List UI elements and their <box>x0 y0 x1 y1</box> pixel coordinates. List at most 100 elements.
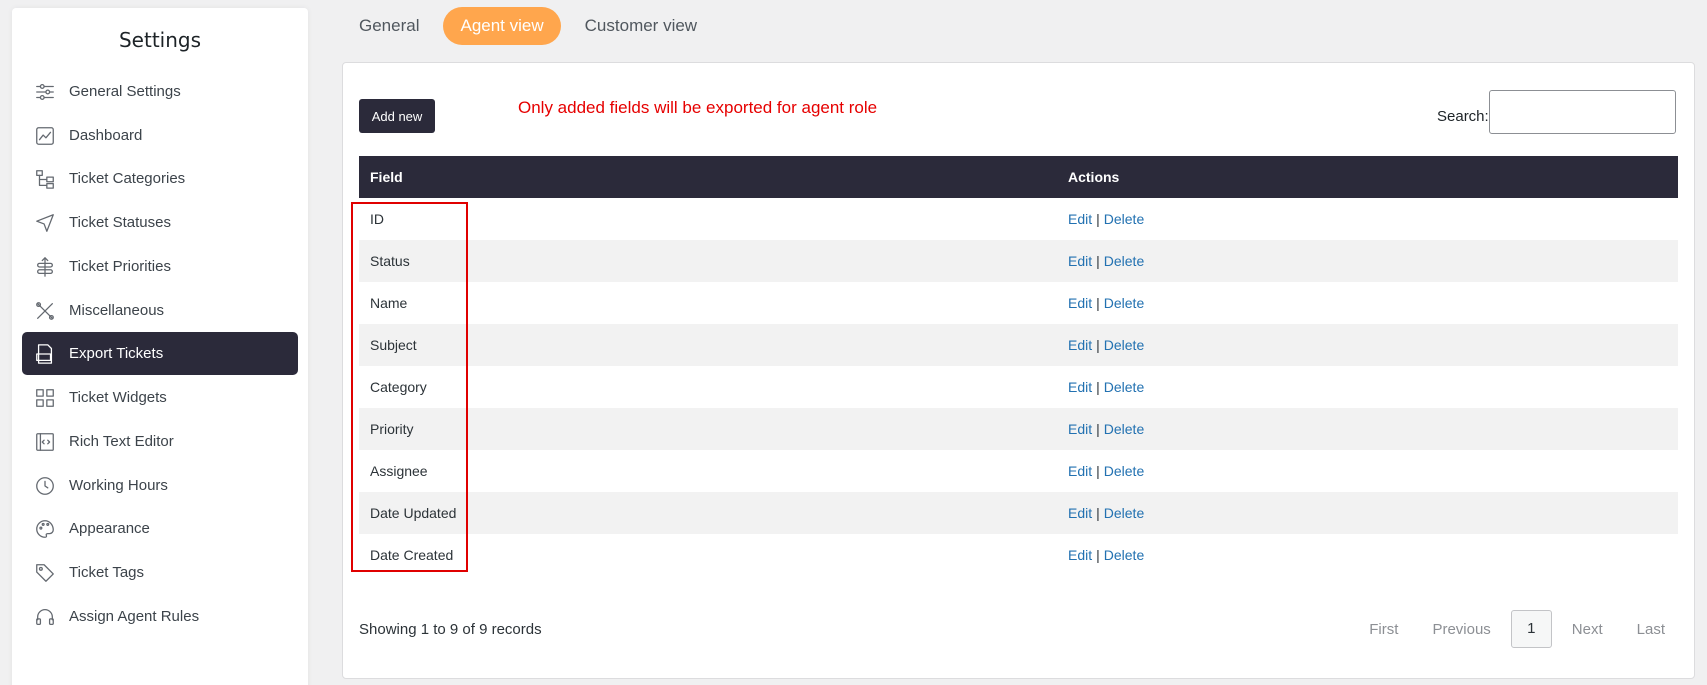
delete-link[interactable]: Delete <box>1104 547 1144 563</box>
action-separator: | <box>1096 295 1100 311</box>
action-separator: | <box>1096 253 1100 269</box>
priority-icon <box>34 256 56 278</box>
add-new-button[interactable]: Add new <box>359 99 435 133</box>
sidebar-item-label: Ticket Priorities <box>69 258 171 275</box>
actions-cell: Edit | Delete <box>1057 492 1678 534</box>
sidebar-item-ticket-statuses[interactable]: Ticket Statuses <box>22 201 298 244</box>
sliders-icon <box>34 81 56 103</box>
action-separator: | <box>1096 337 1100 353</box>
table-row: Name Edit | Delete <box>359 282 1678 324</box>
pagination-first[interactable]: First <box>1352 621 1415 638</box>
delete-link[interactable]: Delete <box>1104 505 1144 521</box>
field-name-cell: Subject <box>359 324 1057 366</box>
edit-link[interactable]: Edit <box>1068 337 1092 353</box>
action-separator: | <box>1096 379 1100 395</box>
delete-link[interactable]: Delete <box>1104 421 1144 437</box>
actions-cell: Edit | Delete <box>1057 366 1678 408</box>
edit-link[interactable]: Edit <box>1068 253 1092 269</box>
export-notice: Only added fields will be exported for a… <box>518 98 878 117</box>
sidebar-item-ticket-categories[interactable]: Ticket Categories <box>22 157 298 200</box>
records-info: Showing 1 to 9 of 9 records <box>359 621 542 638</box>
delete-link[interactable]: Delete <box>1104 379 1144 395</box>
sidebar-item-appearance[interactable]: Appearance <box>22 507 298 550</box>
sidebar-item-working-hours[interactable]: Working Hours <box>22 464 298 507</box>
sidebar-item-label: Working Hours <box>69 477 168 494</box>
table-row: Subject Edit | Delete <box>359 324 1678 366</box>
pagination-previous[interactable]: Previous <box>1415 621 1507 638</box>
field-name-cell: Date Created <box>359 534 1057 576</box>
actions-cell: Edit | Delete <box>1057 534 1678 576</box>
edit-link[interactable]: Edit <box>1068 211 1092 227</box>
fields-table: Field Actions ID Edit | Delete Status Edit | De… <box>359 156 1678 576</box>
pagination-page-current[interactable]: 1 <box>1510 610 1552 648</box>
action-separator: | <box>1096 547 1100 563</box>
search-label: Search: <box>1437 108 1489 125</box>
field-name-cell: Assignee <box>359 450 1057 492</box>
actions-cell: Edit | Delete <box>1057 282 1678 324</box>
field-name-cell: Name <box>359 282 1057 324</box>
actions-cell: Edit | Delete <box>1057 408 1678 450</box>
tab-customer-view[interactable]: Customer view <box>571 7 711 45</box>
sidebar-item-label: Ticket Widgets <box>69 389 167 406</box>
actions-cell: Edit | Delete <box>1057 324 1678 366</box>
sidebar-item-label: Ticket Categories <box>69 170 186 187</box>
action-separator: | <box>1096 211 1100 227</box>
table-header: Field Actions <box>359 156 1678 198</box>
pagination-next[interactable]: Next <box>1555 621 1620 638</box>
tab-agent-view[interactable]: Agent view <box>443 7 561 45</box>
sidebar-item-ticket-priorities[interactable]: Ticket Priorities <box>22 245 298 288</box>
view-tabs: General Agent view Customer view <box>345 6 721 46</box>
pagination: First Previous 1 Next Last <box>1352 610 1682 648</box>
sidebar-item-dashboard[interactable]: Dashboard <box>22 114 298 157</box>
sidebar-item-export-tickets[interactable]: Export Tickets <box>22 332 298 375</box>
table-row: Date Updated Edit | Delete <box>359 492 1678 534</box>
sidebar-item-miscellaneous[interactable]: Miscellaneous <box>22 289 298 332</box>
delete-link[interactable]: Delete <box>1104 211 1144 227</box>
hierarchy-icon <box>34 168 56 190</box>
delete-link[interactable]: Delete <box>1104 337 1144 353</box>
sidebar-item-general-settings[interactable]: General Settings <box>22 70 298 113</box>
actions-cell: Edit | Delete <box>1057 240 1678 282</box>
sidebar-item-label: Ticket Statuses <box>69 214 171 231</box>
palette-icon <box>34 518 56 540</box>
sidebar-item-label: Rich Text Editor <box>69 433 174 450</box>
field-name-cell: Date Updated <box>359 492 1057 534</box>
column-header-actions: Actions <box>1057 156 1678 198</box>
actions-cell: Edit | Delete <box>1057 198 1678 240</box>
edit-link[interactable]: Edit <box>1068 421 1092 437</box>
tab-general[interactable]: General <box>345 7 433 45</box>
widgets-icon <box>34 387 56 409</box>
action-separator: | <box>1096 505 1100 521</box>
delete-link[interactable]: Delete <box>1104 295 1144 311</box>
sidebar-item-rich-text-editor[interactable]: Rich Text Editor <box>22 420 298 463</box>
edit-link[interactable]: Edit <box>1068 295 1092 311</box>
sidebar-item-assign-agent-rules[interactable]: Assign Agent Rules <box>22 595 298 638</box>
field-name-cell: Priority <box>359 408 1057 450</box>
edit-link[interactable]: Edit <box>1068 505 1092 521</box>
table-row: Assignee Edit | Delete <box>359 450 1678 492</box>
table-row: Category Edit | Delete <box>359 366 1678 408</box>
sidebar-item-ticket-tags[interactable]: Ticket Tags <box>22 551 298 594</box>
table-row: Status Edit | Delete <box>359 240 1678 282</box>
delete-link[interactable]: Delete <box>1104 463 1144 479</box>
search-input[interactable] <box>1489 90 1676 134</box>
code-editor-icon <box>34 431 56 453</box>
edit-link[interactable]: Edit <box>1068 463 1092 479</box>
sidebar-item-label: Appearance <box>69 520 150 537</box>
pagination-last[interactable]: Last <box>1620 621 1682 638</box>
sidebar-item-label: Dashboard <box>69 127 143 144</box>
actions-cell: Edit | Delete <box>1057 450 1678 492</box>
edit-link[interactable]: Edit <box>1068 547 1092 563</box>
sidebar-item-ticket-widgets[interactable]: Ticket Widgets <box>22 376 298 419</box>
sidebar-item-label: General Settings <box>69 83 181 100</box>
export-fields-panel: Add new Only added fields will be export… <box>342 62 1695 679</box>
sidebar-item-label: Export Tickets <box>69 345 164 362</box>
settings-sidebar: Settings General Settings Dashboard Ticket… <box>12 8 308 685</box>
delete-link[interactable]: Delete <box>1104 253 1144 269</box>
column-header-field: Field <box>359 156 1057 198</box>
table-row: ID Edit | Delete <box>359 198 1678 240</box>
edit-link[interactable]: Edit <box>1068 379 1092 395</box>
tools-icon <box>34 300 56 322</box>
tag-icon <box>34 562 56 584</box>
sidebar-title: Settings <box>118 28 202 52</box>
